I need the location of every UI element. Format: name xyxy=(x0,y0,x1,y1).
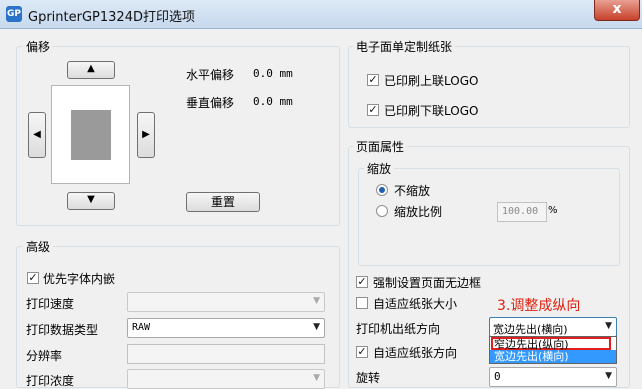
direction-option-portrait[interactable]: 窄边先出(纵向) xyxy=(491,337,611,351)
fit-direction-label: 自适应纸张方向 xyxy=(373,346,458,360)
direction-select[interactable]: 宽边先出(横向) ▼ xyxy=(489,317,617,337)
print-speed-select: ▼ xyxy=(127,292,325,312)
density-select: ▼ xyxy=(127,369,325,389)
no-scale-radio[interactable] xyxy=(376,184,388,196)
arrow-right-icon: ▶ xyxy=(142,129,150,140)
paper-preview xyxy=(51,85,130,184)
print-area-preview xyxy=(71,110,111,160)
page-props-group-title: 页面属性 xyxy=(353,138,408,155)
logo-top-checkbox[interactable]: ✓ xyxy=(367,74,379,86)
no-scale-label: 不缩放 xyxy=(394,184,431,198)
borderless-label: 强制设置页面无边框 xyxy=(373,276,482,290)
horizontal-offset-label: 水平偏移 xyxy=(186,68,235,82)
data-type-label: 打印数据类型 xyxy=(26,323,99,337)
chevron-down-icon: ▼ xyxy=(313,322,320,332)
advanced-group-title: 高级 xyxy=(23,238,54,255)
chevron-down-icon: ▼ xyxy=(605,371,612,381)
offset-left-button[interactable]: ◀ xyxy=(28,112,46,158)
direction-value: 宽边先出(横向) xyxy=(493,323,568,336)
fit-size-label: 自适应纸张大小 xyxy=(373,297,458,311)
reset-button[interactable]: 重置 xyxy=(186,192,260,212)
offset-down-button[interactable]: ▼ xyxy=(67,192,115,210)
scale-group-title: 缩放 xyxy=(364,160,395,177)
data-type-value: RAW xyxy=(132,322,151,333)
fit-size-checkbox[interactable] xyxy=(356,297,368,309)
logo-top-label: 已印刷上联LOGO xyxy=(384,74,479,88)
logo-bottom-label: 已印刷下联LOGO xyxy=(384,104,479,118)
annotation-text: 3.调整成纵向 xyxy=(497,298,581,314)
density-label: 打印浓度 xyxy=(26,374,75,388)
embed-fonts-label: 优先字体内嵌 xyxy=(43,272,116,286)
direction-dropdown-list: 窄边先出(纵向) 宽边先出(横向) xyxy=(489,336,617,364)
embed-fonts-checkbox[interactable]: ✓ xyxy=(27,272,39,284)
chevron-down-icon: ▼ xyxy=(605,321,612,331)
horizontal-offset-value: 0.0 mm xyxy=(253,67,293,80)
window-title: GprinterGP1324D打印选项 xyxy=(28,10,195,25)
advanced-group xyxy=(16,246,340,388)
percent-sign: % xyxy=(548,205,558,216)
offset-right-button[interactable]: ▶ xyxy=(137,112,155,158)
vertical-offset-label: 垂直偏移 xyxy=(186,96,235,110)
resolution-label: 分辨率 xyxy=(26,349,63,363)
scale-ratio-input: 100.00 xyxy=(497,202,547,222)
chevron-down-icon: ▼ xyxy=(313,296,320,306)
chevron-down-icon: ▼ xyxy=(313,373,320,383)
scale-ratio-radio[interactable] xyxy=(376,205,388,217)
arrow-down-icon: ▼ xyxy=(87,194,95,205)
borderless-checkbox[interactable]: ✓ xyxy=(356,276,368,288)
app-icon: GP xyxy=(6,6,22,22)
offset-up-button[interactable]: ▲ xyxy=(67,61,115,79)
rotate-value: 0 xyxy=(494,370,501,383)
scale-ratio-label: 缩放比例 xyxy=(394,205,443,219)
close-button[interactable]: x xyxy=(594,0,640,21)
fit-direction-checkbox[interactable]: ✓ xyxy=(356,346,368,358)
title-bar: GP GprinterGP1324D打印选项 x xyxy=(0,0,642,29)
print-speed-label: 打印速度 xyxy=(26,297,75,311)
direction-option-landscape[interactable]: 宽边先出(横向) xyxy=(490,350,616,363)
arrow-up-icon: ▲ xyxy=(87,63,95,74)
vertical-offset-value: 0.0 mm xyxy=(253,95,293,108)
resolution-field xyxy=(127,344,325,364)
rotate-select[interactable]: 0 ▼ xyxy=(489,367,617,387)
offset-group-title: 偏移 xyxy=(23,38,54,55)
direction-label: 打印机出纸方向 xyxy=(356,322,441,336)
arrow-left-icon: ◀ xyxy=(33,129,41,140)
rotate-label: 旋转 xyxy=(356,371,381,385)
logo-bottom-checkbox[interactable]: ✓ xyxy=(367,104,379,116)
data-type-select[interactable]: RAW ▼ xyxy=(127,318,325,338)
einvoice-group-title: 电子面单定制纸张 xyxy=(353,38,456,55)
